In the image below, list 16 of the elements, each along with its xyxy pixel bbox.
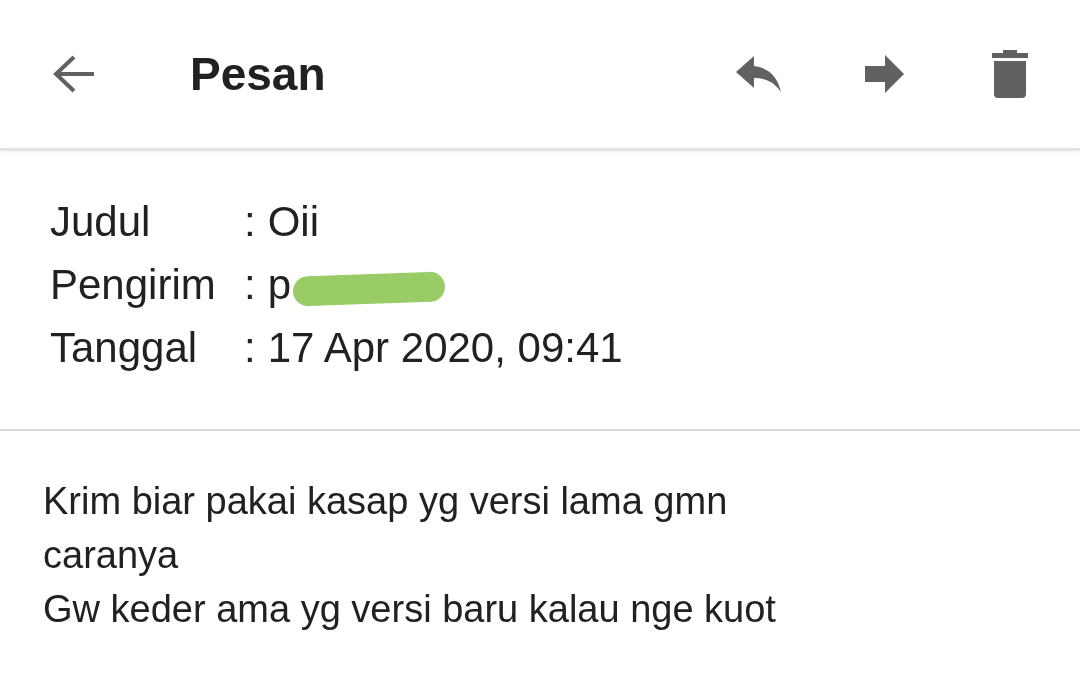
field-label: Tanggal bbox=[50, 323, 199, 373]
app-bar-title: Pesan bbox=[190, 46, 326, 102]
forward-icon bbox=[863, 53, 905, 95]
field-separator: : bbox=[244, 323, 256, 373]
field-value: Oii bbox=[267, 197, 319, 247]
field-separator: : bbox=[244, 197, 256, 247]
field-value: 17 Apr 2020, 09:41 bbox=[267, 323, 623, 373]
field-separator: : bbox=[244, 260, 256, 310]
back-icon bbox=[52, 54, 96, 94]
message-text: Gw keder ama yg versi baru kalau nge kuot bbox=[43, 587, 777, 632]
message-text: Krim biar pakai kasap yg versi lama gmn caranya bbox=[43, 479, 729, 578]
reply-icon bbox=[734, 54, 782, 94]
trash-icon bbox=[992, 50, 1028, 98]
field-label: Pengirim bbox=[50, 260, 217, 310]
field-value: p bbox=[267, 260, 292, 310]
field-label: Judul bbox=[50, 197, 152, 247]
